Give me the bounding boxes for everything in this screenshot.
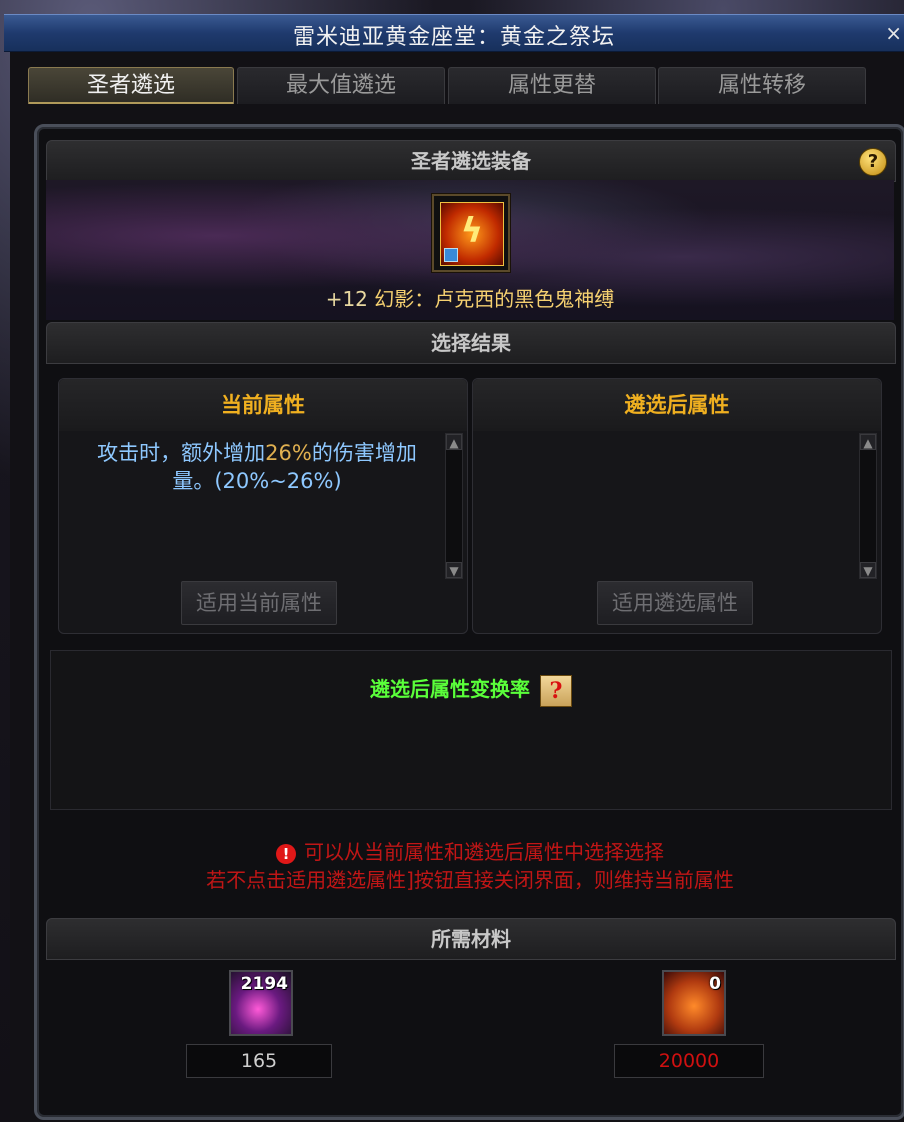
current-attribute-title: 当前属性 bbox=[59, 379, 467, 431]
material-count: 2194 bbox=[240, 974, 288, 994]
current-attribute-value: 26% bbox=[265, 441, 312, 465]
tab-attribute-transfer[interactable]: 属性转移 bbox=[658, 67, 866, 104]
current-attribute-text-before: 攻击时，额外增加 bbox=[97, 441, 266, 465]
rune-glyph-icon: ϟ bbox=[460, 211, 484, 251]
current-attribute-box: 当前属性 攻击时，额外增加26%的伤害增加量。(20%~26%) ▲ ▼ 适用当… bbox=[58, 378, 468, 634]
current-scrollbar[interactable]: ▲ ▼ bbox=[445, 433, 463, 579]
material-count: 0 bbox=[709, 974, 721, 994]
scroll-down-icon[interactable]: ▼ bbox=[446, 562, 462, 578]
conversion-rate-title: 遴选后属性变换率? bbox=[51, 673, 891, 707]
help-book-icon[interactable]: ? bbox=[540, 674, 572, 707]
tab-saint-selection[interactable]: 圣者遴选 bbox=[28, 67, 234, 104]
tab-attribute-replace[interactable]: 属性更替 bbox=[448, 67, 656, 104]
equipment-name: +12 幻影：卢克西的黑色鬼神缚 bbox=[46, 283, 894, 312]
scroll-up-icon[interactable]: ▲ bbox=[446, 434, 462, 450]
warning-line-1-text: 可以从当前属性和遴选后属性中选择选择 bbox=[304, 840, 664, 864]
warning-line-2: 若不点击适用遴选属性]按钮直接关闭界面，则维持当前属性 bbox=[206, 868, 734, 892]
purple-orb-icon[interactable]: 2194 bbox=[229, 970, 293, 1036]
materials-section-header: 所需材料 bbox=[46, 918, 896, 960]
equip-section-title: 圣者遴选装备 bbox=[411, 149, 531, 173]
tab-max-selection[interactable]: 最大值遴选 bbox=[237, 67, 445, 104]
equip-section-header: 圣者遴选装备 ? bbox=[46, 140, 896, 182]
after-scrollbar[interactable]: ▲ ▼ bbox=[859, 433, 877, 579]
gem-icon bbox=[444, 248, 458, 262]
after-attribute-box: 遴选后属性 ▲ ▼ 适用遴选属性 bbox=[472, 378, 882, 634]
apply-selection-button[interactable]: 适用遴选属性 bbox=[597, 581, 753, 625]
conversion-rate-label: 遴选后属性变换率 bbox=[370, 677, 530, 701]
gold-required-value: 20000 bbox=[614, 1044, 764, 1078]
result-section-title: 选择结果 bbox=[431, 331, 511, 355]
scroll-up-icon[interactable]: ▲ bbox=[860, 434, 876, 450]
item-name-text: 幻影：卢克西的黑色鬼神缚 bbox=[374, 287, 615, 311]
materials-section-title: 所需材料 bbox=[431, 927, 511, 951]
help-icon[interactable]: ? bbox=[859, 148, 887, 176]
enhance-level: +12 bbox=[325, 287, 368, 311]
warning-icon: ! bbox=[276, 843, 296, 864]
equipment-item-icon: ϟ bbox=[440, 202, 504, 266]
equipment-slot[interactable]: ϟ bbox=[432, 194, 510, 272]
warning-line-1: ! 可以从当前属性和遴选后属性中选择选择 bbox=[50, 838, 890, 866]
tab-bar: 圣者遴选 最大值遴选 属性更替 属性转移 bbox=[28, 67, 868, 105]
warning-message: ! 可以从当前属性和遴选后属性中选择选择 若不点击适用遴选属性]按钮直接关闭界面，… bbox=[50, 838, 890, 894]
apply-current-button[interactable]: 适用当前属性 bbox=[181, 581, 337, 625]
close-icon[interactable]: × bbox=[885, 21, 902, 45]
conversion-rate-box: 遴选后属性变换率? bbox=[50, 650, 892, 810]
after-attribute-title: 遴选后属性 bbox=[473, 379, 881, 431]
material-required-value: 165 bbox=[186, 1044, 332, 1078]
window-title: 雷米迪亚黄金座堂：黄金之祭坛 bbox=[292, 25, 615, 50]
current-attribute-text: 攻击时，额外增加26%的伤害增加量。(20%~26%) bbox=[77, 439, 437, 495]
result-section-header: 选择结果 bbox=[46, 322, 896, 364]
gold-coin-icon[interactable]: 0 bbox=[662, 970, 726, 1036]
scroll-down-icon[interactable]: ▼ bbox=[860, 562, 876, 578]
title-bar[interactable]: 雷米迪亚黄金座堂：黄金之祭坛 × bbox=[4, 14, 904, 52]
